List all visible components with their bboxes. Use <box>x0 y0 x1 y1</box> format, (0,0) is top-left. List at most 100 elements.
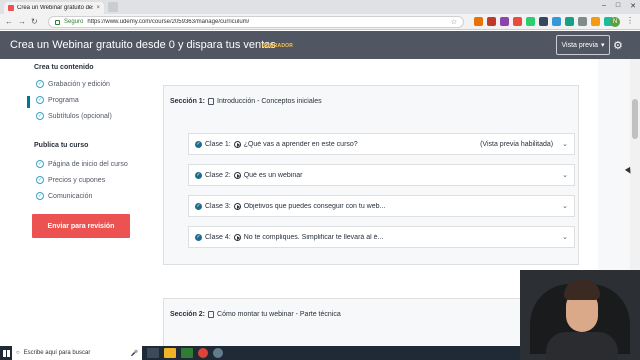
sidebar-item-captions[interactable]: ✓ Subtítulos (opcional) <box>36 112 112 120</box>
extension-icon[interactable] <box>539 17 548 26</box>
section-title: Cómo montar tu webinar - Parte técnica <box>217 311 341 318</box>
curriculum-section: Sección 2: Cómo montar tu webinar - Part… <box>163 298 579 346</box>
secure-label: Seguro <box>64 19 84 25</box>
sidebar-item-label: Subtítulos (opcional) <box>48 112 112 120</box>
webcam-person-hair <box>564 280 600 300</box>
submit-for-review-button[interactable]: Enviar para revisión <box>32 214 130 238</box>
check-circle-icon: ✓ <box>36 160 44 168</box>
webcam-overlay <box>520 270 640 360</box>
browser-menu-icon[interactable]: ⋮ <box>626 16 634 25</box>
extension-icon[interactable] <box>578 17 587 26</box>
start-button[interactable] <box>0 346 12 360</box>
extension-icon[interactable] <box>565 17 574 26</box>
sidebar-item-pricing[interactable]: ✓ Precios y cupones <box>36 176 105 184</box>
section-title: Introducción - Conceptos iniciales <box>217 98 322 105</box>
new-tab-button[interactable] <box>108 2 118 12</box>
check-circle-icon: ✓ <box>36 176 44 184</box>
lecture-title: ¿Qué vas a aprender en este curso? <box>243 140 358 148</box>
close-window-icon[interactable]: ✕ <box>630 2 636 10</box>
windows-taskbar: ○ Escribe aquí para buscar 🎤 <box>0 346 520 360</box>
extension-icon[interactable] <box>500 17 509 26</box>
minimize-icon[interactable]: – <box>602 2 606 10</box>
app-icon[interactable] <box>181 348 193 358</box>
document-icon <box>208 98 215 105</box>
course-header: Crea un Webinar gratuito desde 0 y dispa… <box>0 31 640 59</box>
sidebar-item-label: Programa <box>48 96 79 104</box>
lecture-label: Clase 4: <box>205 233 231 241</box>
create-content-heading: Crea tu contenido <box>34 64 94 71</box>
lecture-label: Clase 3: <box>205 202 231 210</box>
check-circle-icon: ✓ <box>195 140 202 148</box>
sidebar-item-curriculum[interactable]: ✓ Programa <box>36 96 79 104</box>
address-bar[interactable]: Seguro https://www.udemy.com/course/2059… <box>48 16 464 28</box>
extension-icon[interactable] <box>552 17 561 26</box>
extension-icon[interactable] <box>474 17 483 26</box>
section-header[interactable]: Sección 1: Introducción - Conceptos inic… <box>170 98 322 105</box>
chevron-down-icon[interactable]: ⌄ <box>562 233 568 241</box>
lecture-label: Clase 1: <box>205 140 231 148</box>
check-circle-icon: ✓ <box>195 233 202 241</box>
play-circle-icon <box>233 171 241 179</box>
tab-close-icon[interactable]: × <box>96 5 100 11</box>
url-text[interactable]: https://www.udemy.com/course/2059363/man… <box>87 19 446 25</box>
app-icon[interactable] <box>213 348 223 358</box>
lecture-row[interactable]: ✓ Clase 3: Objetivos que puedes consegui… <box>188 195 575 217</box>
check-circle-icon: ✓ <box>36 80 44 88</box>
sidebar-item-label: Comunicación <box>48 192 93 200</box>
chevron-down-icon[interactable]: ⌄ <box>562 140 568 148</box>
lecture-row[interactable]: ✓ Clase 2: Qué es un webinar ⌄ <box>188 164 575 186</box>
extension-icon[interactable] <box>487 17 496 26</box>
check-circle-icon: ✓ <box>36 96 44 104</box>
sidebar-item-label: Grabación y edición <box>48 80 110 88</box>
curriculum-section: Sección 1: Introducción - Conceptos inic… <box>163 85 579 265</box>
taskbar-search-box[interactable]: ○ Escribe aquí para buscar 🎤 <box>12 346 142 360</box>
chevron-down-icon[interactable]: ⌄ <box>562 171 568 179</box>
browser-tab-title: Crea un Webinar gratuito desde <box>17 5 94 11</box>
profile-avatar[interactable]: N <box>610 17 620 27</box>
microphone-icon[interactable]: 🎤 <box>131 350 138 357</box>
extension-icon[interactable] <box>591 17 600 26</box>
check-circle-icon: ✓ <box>195 171 202 179</box>
active-item-indicator <box>27 96 30 108</box>
sidebar-item-landing-page[interactable]: ✓ Página de inicio del curso <box>36 160 128 168</box>
chevron-down-icon[interactable]: ⌄ <box>562 202 568 210</box>
reload-icon[interactable]: ↻ <box>31 17 38 26</box>
section-label: Sección 1: <box>170 98 206 105</box>
play-circle-icon <box>233 233 241 241</box>
lecture-title: Qué es un webinar <box>243 171 303 179</box>
section-label: Sección 2: <box>170 311 206 318</box>
check-circle-icon: ✓ <box>195 202 202 210</box>
check-circle-icon: ✓ <box>36 112 44 120</box>
sidebar-item-recording[interactable]: ✓ Grabación y edición <box>36 80 110 88</box>
lecture-row[interactable]: ✓ Clase 1: ¿Qué vas a aprender en este c… <box>188 133 575 155</box>
document-icon <box>208 311 215 318</box>
file-explorer-icon[interactable] <box>164 348 176 358</box>
chrome-icon[interactable] <box>198 348 208 358</box>
section-header[interactable]: Sección 2: Cómo montar tu webinar - Part… <box>170 311 341 318</box>
maximize-icon[interactable]: □ <box>616 2 620 10</box>
sidebar-item-communication[interactable]: ✓ Comunicación <box>36 192 92 200</box>
search-icon: ○ <box>16 350 20 356</box>
webcam-person-body <box>546 332 618 360</box>
browser-tab-bar: Crea un Webinar gratuito desde × – □ ✕ <box>0 0 640 14</box>
sidebar-item-label: Precios y cupones <box>48 176 106 184</box>
play-circle-icon <box>233 140 241 148</box>
sidebar-item-label: Página de inicio del curso <box>48 160 128 168</box>
task-view-icon[interactable] <box>147 348 159 358</box>
back-icon[interactable]: ← <box>5 17 13 26</box>
bookmark-star-icon[interactable]: ☆ <box>451 18 457 26</box>
forward-icon[interactable]: → <box>18 17 26 26</box>
browser-tab[interactable]: Crea un Webinar gratuito desde × <box>4 2 104 14</box>
lecture-row[interactable]: ✓ Clase 4: No te compliques. Simplificar… <box>188 226 575 248</box>
browser-toolbar: ← → ↻ Seguro https://www.udemy.com/cours… <box>0 14 640 30</box>
chevron-down-icon: ▾ <box>600 42 605 49</box>
windows-logo-icon <box>2 349 10 357</box>
gear-icon[interactable]: ⚙ <box>613 39 623 52</box>
extension-icon[interactable] <box>513 17 522 26</box>
extension-icons <box>474 17 613 26</box>
extension-icon[interactable] <box>526 17 535 26</box>
course-title: Crea un Webinar gratuito desde 0 y dispa… <box>10 39 276 51</box>
lock-icon <box>55 19 60 25</box>
scrollbar-thumb[interactable] <box>632 99 638 139</box>
preview-dropdown-button[interactable]: Vista previa ▾ <box>556 35 610 55</box>
